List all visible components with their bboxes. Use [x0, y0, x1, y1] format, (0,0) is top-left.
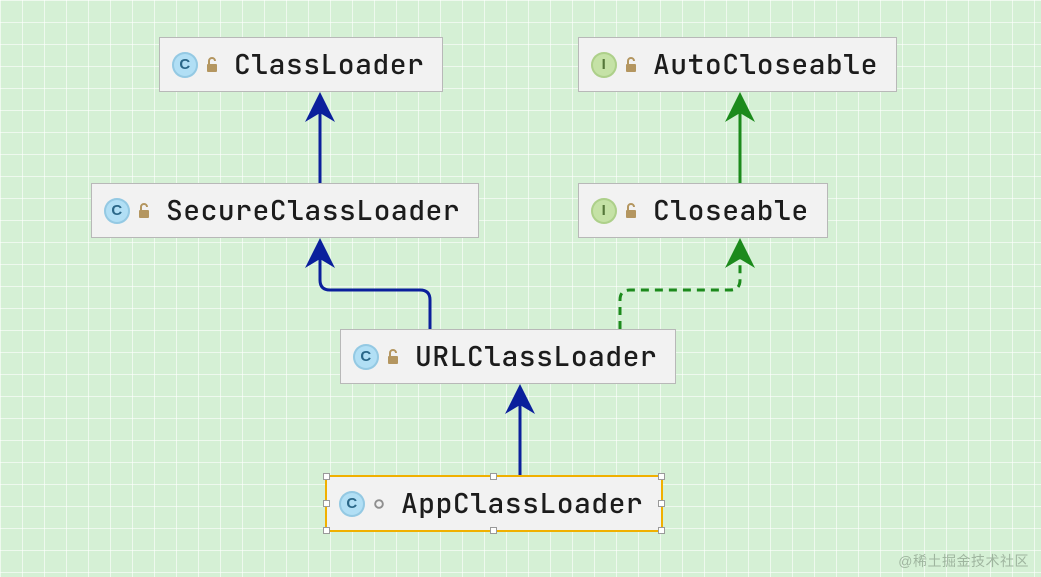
- watermark-text: @稀土掘金技术社区: [898, 551, 1029, 571]
- node-closeable[interactable]: I Closeable: [578, 183, 828, 238]
- class-icon: C: [104, 198, 130, 224]
- class-icon: C: [339, 491, 365, 517]
- node-classloader[interactable]: C ClassLoader: [159, 37, 443, 92]
- lock-icon: [623, 201, 639, 221]
- lock-icon: [204, 55, 220, 75]
- node-appclassloader[interactable]: C AppClassLoader: [325, 475, 663, 532]
- resize-handle[interactable]: [323, 473, 330, 480]
- interface-icon: I: [591, 198, 617, 224]
- resize-handle[interactable]: [658, 500, 665, 507]
- node-label: URLClassLoader: [415, 338, 657, 375]
- edge-url-to-closeable: [620, 241, 740, 329]
- circle-icon: [371, 494, 387, 514]
- resize-handle[interactable]: [323, 527, 330, 534]
- node-label: SecureClassLoader: [166, 192, 460, 229]
- node-label: ClassLoader: [234, 46, 424, 83]
- lock-icon: [136, 201, 152, 221]
- resize-handle[interactable]: [323, 500, 330, 507]
- node-label: AppClassLoader: [401, 485, 643, 522]
- lock-icon: [385, 347, 401, 367]
- resize-handle[interactable]: [490, 527, 497, 534]
- node-autocloseable[interactable]: I AutoCloseable: [578, 37, 897, 92]
- resize-handle[interactable]: [658, 473, 665, 480]
- node-label: Closeable: [653, 192, 809, 229]
- node-label: AutoCloseable: [653, 46, 878, 83]
- node-secureclassloader[interactable]: C SecureClassLoader: [91, 183, 479, 238]
- interface-icon: I: [591, 52, 617, 78]
- lock-icon: [623, 55, 639, 75]
- node-urlclassloader[interactable]: C URLClassLoader: [340, 329, 676, 384]
- resize-handle[interactable]: [490, 473, 497, 480]
- resize-handle[interactable]: [658, 527, 665, 534]
- class-icon: C: [353, 344, 379, 370]
- edge-url-to-secure: [320, 241, 430, 329]
- class-icon: C: [172, 52, 198, 78]
